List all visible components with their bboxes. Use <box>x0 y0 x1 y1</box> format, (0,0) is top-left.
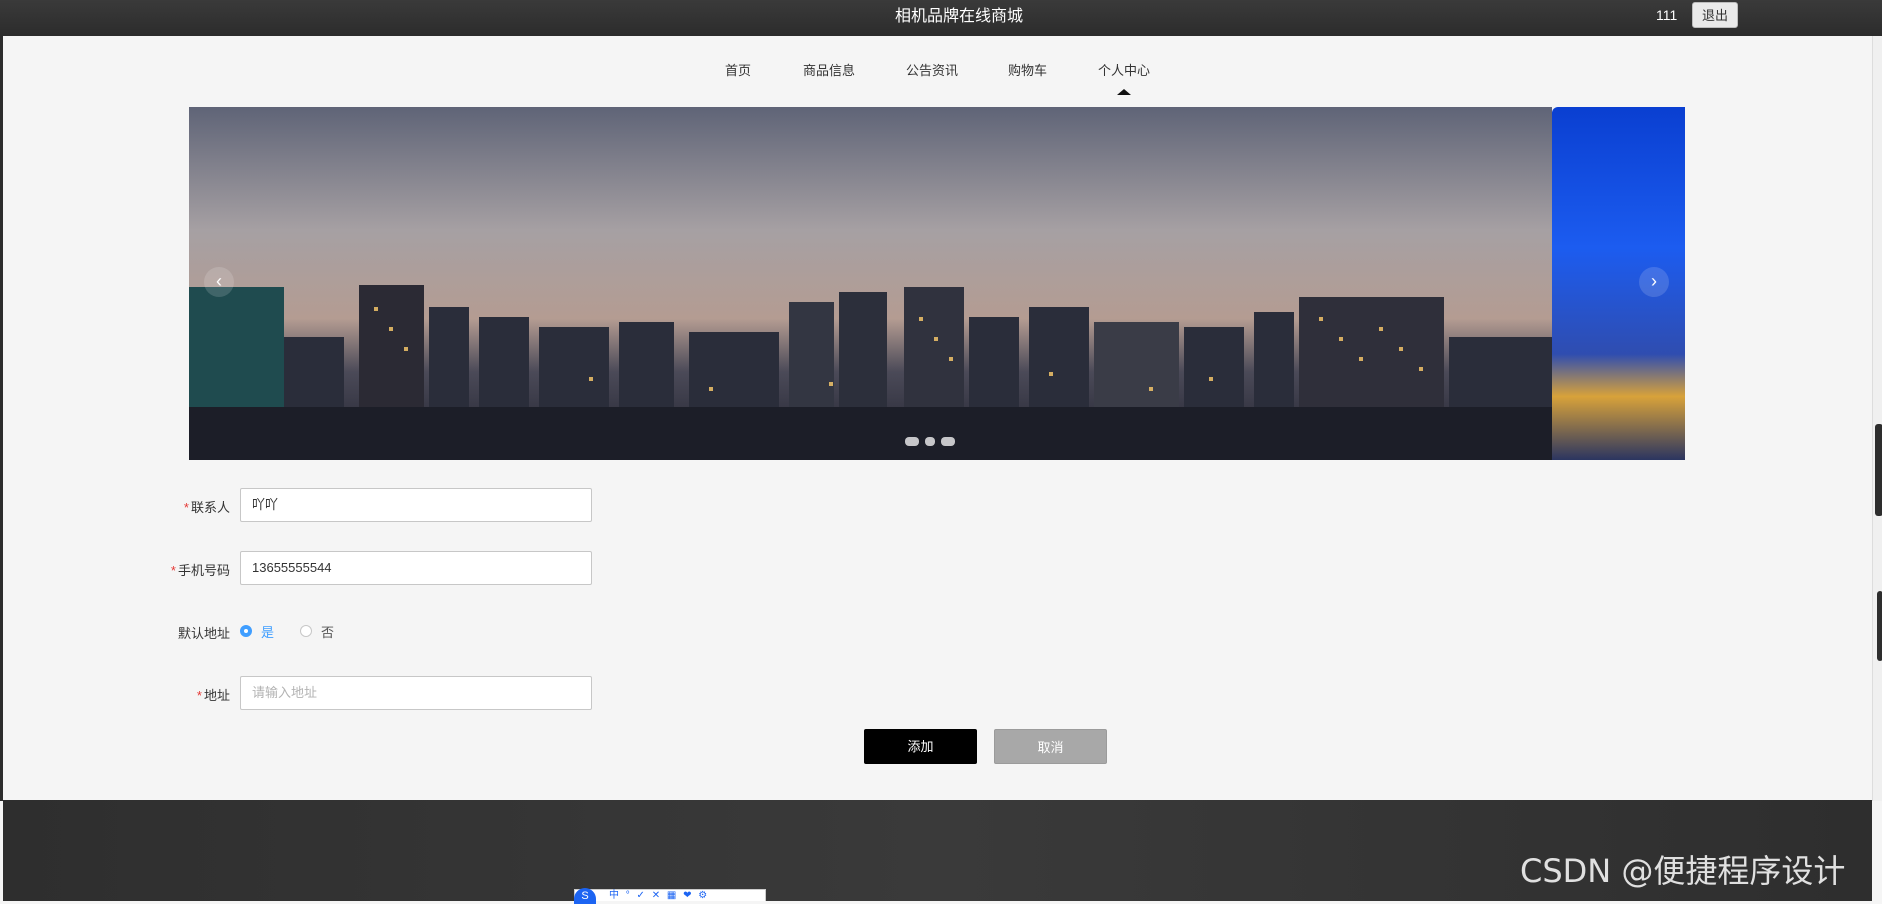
city-skyline-image <box>189 107 1552 460</box>
radio-default-yes-label[interactable]: 是 <box>261 622 274 641</box>
contact-label: * 联系人 <box>140 497 230 516</box>
scrollbar-thumb[interactable] <box>1875 424 1882 516</box>
top-bar: 相机品牌在线商城 111 退出 <box>0 0 1882 36</box>
carousel-dot[interactable] <box>905 437 919 446</box>
phone-field[interactable]: 13655555544 <box>240 551 592 585</box>
carousel-next-arrow-icon[interactable]: › <box>1639 267 1669 297</box>
add-button[interactable]: 添加 <box>864 729 977 764</box>
carousel-dot[interactable] <box>941 437 955 446</box>
phone-label-text: 手机号码 <box>177 563 230 578</box>
ime-tool-icons[interactable]: 中 ° ✓ ✕ ▦ ❤ ⚙ <box>609 890 709 902</box>
address-label-text: 地址 <box>203 688 230 703</box>
carousel-prev-arrow-icon[interactable]: ‹ <box>204 267 234 297</box>
scrollbar-thumb-secondary[interactable] <box>1877 591 1882 661</box>
logout-button[interactable]: 退出 <box>1692 2 1738 28</box>
banner-slide-city <box>189 107 1552 460</box>
radio-default-yes[interactable] <box>240 625 252 637</box>
nav-item-announcements[interactable]: 公告资讯 <box>906 60 958 79</box>
required-mark: * <box>183 500 189 515</box>
nav-item-home[interactable]: 首页 <box>725 60 751 79</box>
required-mark: * <box>170 563 176 578</box>
phone-label: * 手机号码 <box>140 560 230 579</box>
ime-toolbar[interactable]: S 中 ° ✓ ✕ ▦ ❤ ⚙ <box>574 888 766 904</box>
carousel-dot[interactable] <box>925 437 935 446</box>
page-left-border <box>0 36 3 801</box>
radio-default-no-label[interactable]: 否 <box>321 622 334 641</box>
csdn-watermark: CSDN @便捷程序设计 <box>1520 852 1846 890</box>
site-title: 相机品牌在线商城 <box>894 8 1023 25</box>
nav-item-products[interactable]: 商品信息 <box>803 60 855 79</box>
ime-logo-icon[interactable]: S <box>574 888 596 904</box>
default-address-label: 默认地址 <box>177 626 230 641</box>
address-label: * 地址 <box>140 685 230 704</box>
page-scrollbar[interactable] <box>1872 36 1882 801</box>
required-mark: * <box>196 688 202 703</box>
contact-label-text: 联系人 <box>190 500 230 515</box>
main-nav: 首页 商品信息 公告资讯 购物车 个人中心 <box>0 60 1882 90</box>
address-field[interactable]: 请输入地址 <box>240 676 592 710</box>
contact-field[interactable]: 吖吖 <box>240 488 592 522</box>
username-label: 111 <box>1656 7 1678 23</box>
cancel-button[interactable]: 取消 <box>994 729 1107 764</box>
radio-default-no[interactable] <box>300 625 312 637</box>
nav-item-profile[interactable]: 个人中心 <box>1098 60 1150 79</box>
nav-item-cart[interactable]: 购物车 <box>1008 60 1047 79</box>
active-nav-indicator <box>1117 89 1131 95</box>
